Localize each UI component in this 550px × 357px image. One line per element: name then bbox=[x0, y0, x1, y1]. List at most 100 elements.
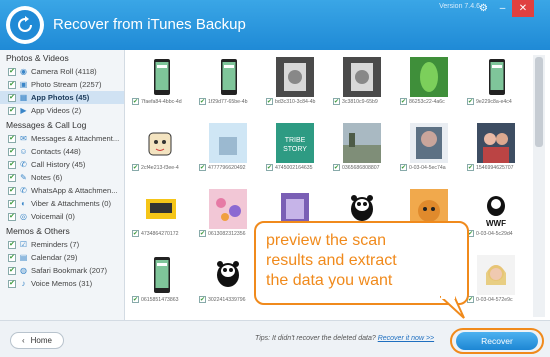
sidebar-item[interactable]: ✔ ✆ Call History (45) bbox=[0, 158, 124, 171]
sidebar-item[interactable]: ✔ ♪ Voice Memos (31) bbox=[0, 277, 124, 290]
checkbox[interactable]: ✔ bbox=[199, 164, 206, 171]
checkbox[interactable]: ✔ bbox=[266, 98, 273, 105]
photo-thumbnail[interactable] bbox=[142, 255, 180, 295]
sidebar-item[interactable]: ✔ ☑ Reminders (7) bbox=[0, 238, 124, 251]
grid-scrollbar[interactable] bbox=[533, 55, 545, 317]
sidebar-item[interactable]: ✔ ☺ Contacts (448) bbox=[0, 145, 124, 158]
checkbox[interactable]: ✔ bbox=[199, 230, 206, 237]
checkbox[interactable]: ✔ bbox=[132, 98, 139, 105]
photo-item[interactable]: ✔ 0615851473863 bbox=[132, 253, 184, 311]
photo-thumbnail[interactable] bbox=[477, 57, 515, 97]
photo-item[interactable]: ✔ 1546994625707 bbox=[467, 121, 519, 179]
bottom-bar: ‹ Home Tips: It didn't recover the delet… bbox=[0, 320, 550, 357]
checkbox[interactable]: ✔ bbox=[8, 212, 16, 221]
home-label: Home bbox=[30, 336, 52, 345]
checkbox[interactable]: ✔ bbox=[333, 164, 340, 171]
sidebar-item[interactable]: ✔ ▤ Calendar (29) bbox=[0, 251, 124, 264]
photo-thumbnail[interactable] bbox=[410, 57, 448, 97]
checkbox[interactable]: ✔ bbox=[132, 230, 139, 237]
minimize-button[interactable]: – bbox=[493, 0, 512, 17]
sidebar-item[interactable]: ✔ ◉ Camera Roll (4118) bbox=[0, 65, 124, 78]
sidebar-item-label: Voice Memos (31) bbox=[31, 279, 93, 288]
checkbox[interactable]: ✔ bbox=[467, 164, 474, 171]
close-button[interactable]: ✕ bbox=[512, 0, 534, 17]
photo-thumbnail[interactable] bbox=[209, 123, 247, 163]
photo-item[interactable]: ✔ 4777796620492 bbox=[199, 121, 251, 179]
scroll-thumb[interactable] bbox=[535, 57, 543, 147]
checkbox[interactable]: ✔ bbox=[8, 266, 16, 275]
sidebar-item[interactable]: ✔ ✆ WhatsApp & Attachmen... bbox=[0, 184, 124, 197]
photo-item[interactable]: ✔ 2cf4e213-f3ee-4 bbox=[132, 121, 184, 179]
sidebar-item[interactable]: ✔ ◍ Safari Bookmark (207) bbox=[0, 264, 124, 277]
photo-item[interactable]: ✔ 86253c22-4a6c bbox=[400, 55, 452, 113]
photo-name: 0365686808807 bbox=[342, 164, 380, 171]
photo-item[interactable]: ✔ 0-03-04-572e9c bbox=[467, 253, 519, 311]
checkbox[interactable]: ✔ bbox=[400, 98, 407, 105]
sidebar-item[interactable]: ✔ ✉ Messages & Attachment... bbox=[0, 132, 124, 145]
checkbox[interactable]: ✔ bbox=[333, 98, 340, 105]
photo-item[interactable]: ✔ 0613082312356 bbox=[199, 187, 251, 245]
sidebar-item[interactable]: ✔ ▦ App Photos (45) bbox=[0, 91, 124, 104]
photo-thumbnail[interactable] bbox=[343, 57, 381, 97]
photo-thumbnail[interactable] bbox=[410, 123, 448, 163]
photo-item[interactable]: ✔ bd3c310-3c84-4b bbox=[266, 55, 318, 113]
sidebar-item[interactable]: ✔ ◎ Voicemail (0) bbox=[0, 210, 124, 223]
photo-item[interactable]: ✔ 1f29d77-65be-4b bbox=[199, 55, 251, 113]
photo-thumbnail[interactable] bbox=[209, 57, 247, 97]
sidebar-item[interactable]: ✔ ✎ Notes (6) bbox=[0, 171, 124, 184]
photo-thumbnail[interactable] bbox=[142, 57, 180, 97]
notes-icon: ✎ bbox=[20, 173, 27, 182]
sidebar-item[interactable]: ✔ ▣ Photo Stream (2257) bbox=[0, 78, 124, 91]
photo-thumbnail[interactable] bbox=[477, 123, 515, 163]
checkbox[interactable]: ✔ bbox=[8, 147, 16, 156]
photo-thumbnail[interactable] bbox=[209, 255, 247, 295]
photo-thumbnail[interactable] bbox=[209, 189, 247, 229]
photo-item[interactable]: ✔ 3c3810c9-65b9 bbox=[333, 55, 385, 113]
recover-now-link[interactable]: Recover it now >> bbox=[378, 335, 434, 342]
photo-item[interactable]: WWF ✔ 0-03-04-5c29d4 bbox=[467, 187, 519, 245]
home-button[interactable]: ‹ Home bbox=[10, 332, 64, 349]
checkbox[interactable]: ✔ bbox=[8, 160, 16, 169]
photo-item[interactable]: ✔ 7faefa84-4bbc-4d bbox=[132, 55, 184, 113]
checkbox[interactable]: ✔ bbox=[8, 93, 16, 102]
checkbox[interactable]: ✔ bbox=[8, 80, 16, 89]
photo-item[interactable]: ✔ 0-03-04-5ec74a bbox=[400, 121, 452, 179]
close-icon: ✕ bbox=[518, 3, 528, 14]
checkbox[interactable]: ✔ bbox=[132, 164, 139, 171]
photo-caption: ✔ 86253c22-4a6c bbox=[400, 98, 454, 105]
photo-thumbnail[interactable] bbox=[142, 123, 180, 163]
checkbox[interactable]: ✔ bbox=[467, 98, 474, 105]
photo-thumbnail[interactable] bbox=[477, 255, 515, 295]
checkbox[interactable]: ✔ bbox=[8, 173, 16, 182]
photo-thumbnail[interactable]: WWF bbox=[477, 189, 515, 229]
checkbox[interactable]: ✔ bbox=[8, 279, 16, 288]
recover-button[interactable]: Recover bbox=[456, 332, 538, 350]
checkbox[interactable]: ✔ bbox=[8, 67, 16, 76]
settings-button[interactable]: ⚙ bbox=[474, 0, 493, 17]
photo-item[interactable]: ✔ 9e229c8a-e4c4 bbox=[467, 55, 519, 113]
checkbox[interactable]: ✔ bbox=[400, 164, 407, 171]
sidebar-item[interactable]: ✔ ◐ Viber & Attachments (0) bbox=[0, 197, 124, 210]
sidebar-item[interactable]: ✔ ▶ App Videos (2) bbox=[0, 104, 124, 117]
checkbox[interactable]: ✔ bbox=[266, 164, 273, 171]
checkbox[interactable]: ✔ bbox=[199, 296, 206, 303]
checkbox[interactable]: ✔ bbox=[8, 199, 16, 208]
checkbox[interactable]: ✔ bbox=[132, 296, 139, 303]
photo-item[interactable]: ✔ 0365686808807 bbox=[333, 121, 385, 179]
checkbox[interactable]: ✔ bbox=[8, 106, 16, 115]
checkbox[interactable]: ✔ bbox=[8, 134, 16, 143]
checkbox[interactable]: ✔ bbox=[8, 240, 16, 249]
checkbox[interactable]: ✔ bbox=[199, 98, 206, 105]
photo-item[interactable]: ✔ 4734864270172 bbox=[132, 187, 184, 245]
app-videos-icon: ▶ bbox=[20, 106, 27, 115]
photo-thumbnail[interactable] bbox=[276, 57, 314, 97]
photo-thumbnail[interactable] bbox=[142, 189, 180, 229]
svg-text:WWF: WWF bbox=[486, 219, 506, 228]
photo-caption: ✔ 4777796620492 bbox=[199, 164, 253, 171]
photo-thumbnail[interactable]: TRIBE STORY bbox=[276, 123, 314, 163]
photo-thumbnail[interactable] bbox=[343, 123, 381, 163]
checkbox[interactable]: ✔ bbox=[8, 253, 16, 262]
photo-item[interactable]: TRIBE STORY ✔ 4745002164635 bbox=[266, 121, 318, 179]
checkbox[interactable]: ✔ bbox=[8, 186, 16, 195]
photo-item[interactable]: ✔ 3022414339796 bbox=[199, 253, 251, 311]
